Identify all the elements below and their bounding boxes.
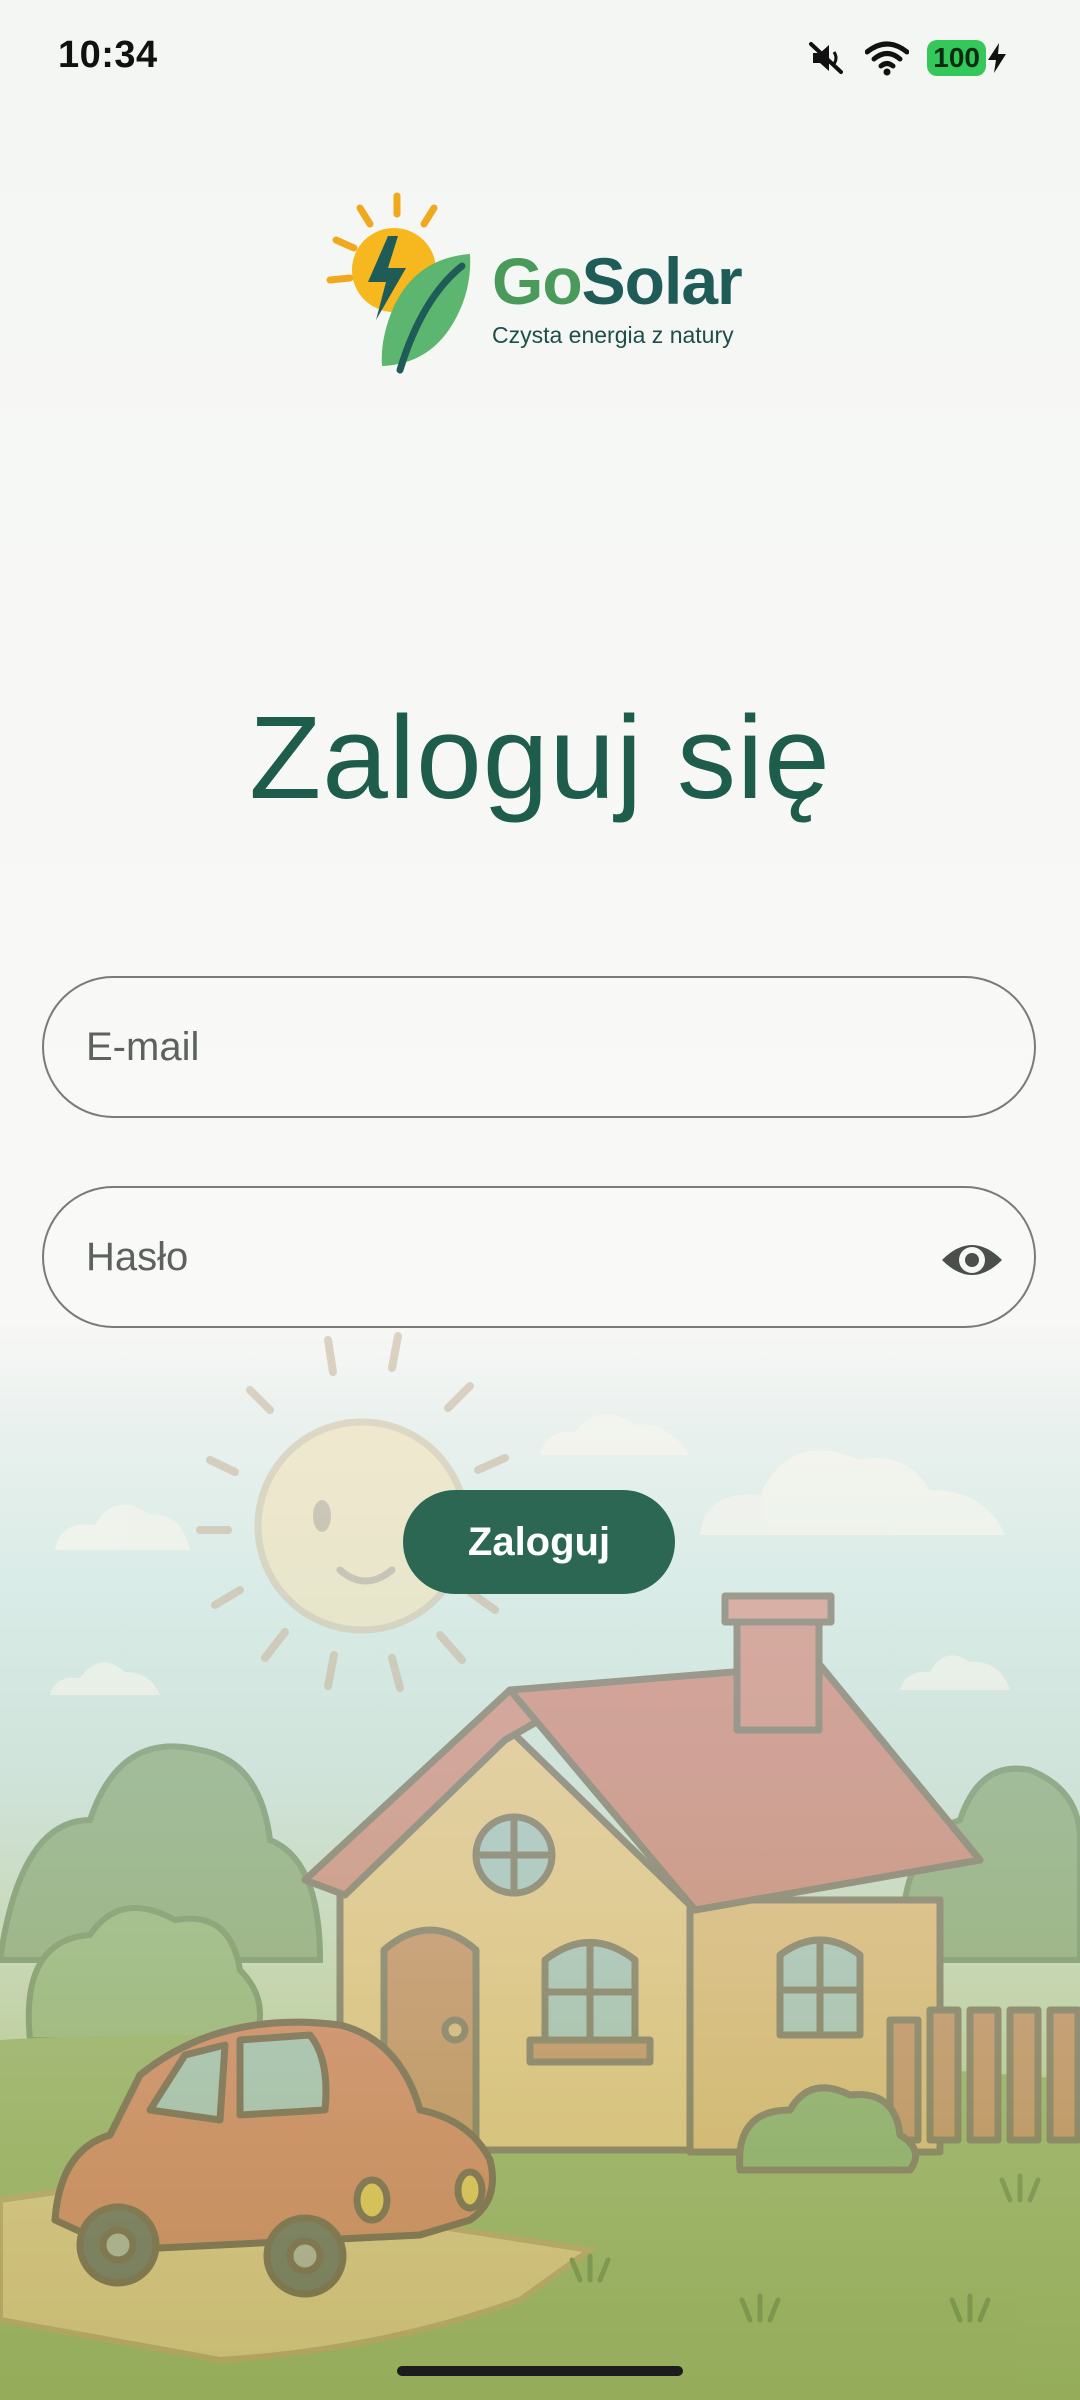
- status-time: 10:34: [58, 34, 158, 76]
- battery-level: 100: [927, 40, 986, 76]
- status-bar: 10:34 100: [0, 0, 1080, 120]
- status-icons: 100: [807, 36, 1008, 80]
- email-input[interactable]: [84, 1023, 948, 1071]
- gosolar-logo: GoSolar Czysta energia z natury: [322, 188, 762, 388]
- sun-leaf-logo-icon: [326, 192, 471, 374]
- page-title: Zaloguj się: [249, 692, 831, 824]
- show-password-eye-icon[interactable]: [940, 1228, 1004, 1292]
- battery-indicator: 100: [927, 40, 1008, 76]
- background-illustration: [0, 1332, 1080, 2400]
- home-indicator[interactable]: [397, 2366, 683, 2376]
- wifi-icon: [865, 41, 910, 76]
- email-field[interactable]: [42, 976, 1036, 1118]
- logo-text: GoSolar Czysta energia z natury: [492, 248, 743, 349]
- mute-icon: [809, 42, 844, 74]
- password-input[interactable]: [84, 1233, 948, 1281]
- brand-go: Go: [492, 244, 583, 318]
- charging-icon: [988, 43, 1006, 73]
- password-field[interactable]: [42, 1186, 1036, 1328]
- brand-solar: Solar: [581, 244, 743, 318]
- brand-name: GoSolar: [492, 248, 743, 314]
- login-screen: 10:34 100 GoSolar Czysta energia z natur…: [0, 0, 1080, 2400]
- logo-tagline: Czysta energia z natury: [492, 322, 734, 348]
- login-button[interactable]: Zaloguj: [403, 1490, 675, 1594]
